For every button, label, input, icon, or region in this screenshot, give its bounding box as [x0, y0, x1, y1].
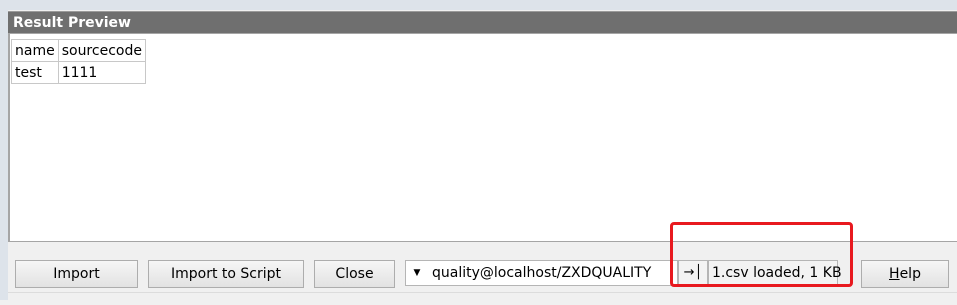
import-to-script-button[interactable]: Import to Script	[148, 260, 304, 288]
pin-icon: →│	[683, 265, 703, 280]
bottom-toolbar: Import Import to Script Close ▼ quality@…	[8, 242, 957, 292]
column-header-name[interactable]: name	[11, 39, 59, 62]
window-top-strip	[0, 0, 957, 10]
connection-select-value: quality@localhost/ZXDQUALITY	[432, 265, 652, 281]
table-cell[interactable]: test	[11, 61, 59, 84]
table-cell[interactable]: 1111	[57, 61, 146, 84]
pin-button[interactable]: →│	[678, 260, 708, 286]
column-header-sourcecode[interactable]: sourcecode	[57, 39, 146, 62]
result-table: name sourcecode test 1111	[11, 39, 146, 84]
chevron-down-icon[interactable]: ▼	[411, 261, 423, 285]
footer-strip	[8, 292, 957, 305]
status-text: 1.csv loaded, 1 KB	[708, 260, 842, 286]
result-preview-area: name sourcecode test 1111	[8, 33, 957, 242]
table-row[interactable]: test 1111	[11, 61, 146, 84]
table-header-row: name sourcecode	[11, 39, 146, 62]
help-button[interactable]: Help	[861, 260, 949, 288]
panel-title: Result Preview	[8, 11, 957, 33]
left-gutter	[0, 10, 8, 300]
import-button[interactable]: Import	[15, 260, 138, 288]
help-label: elp	[899, 266, 921, 282]
help-mnemonic: H	[889, 266, 900, 282]
connection-select[interactable]: ▼ quality@localhost/ZXDQUALITY	[405, 260, 678, 286]
close-button[interactable]: Close	[314, 260, 395, 288]
